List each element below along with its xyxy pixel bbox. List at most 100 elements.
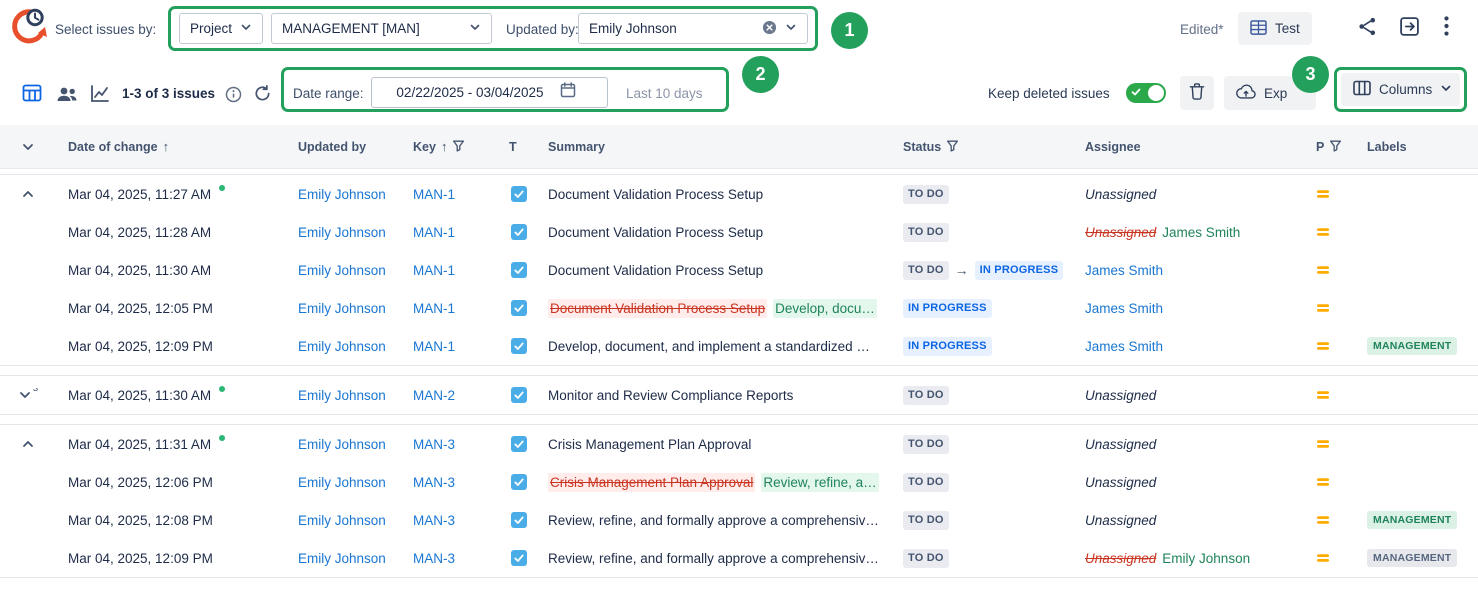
issue-key-link[interactable]: MAN-1 [413,225,455,240]
key-cell: MAN-2 [401,388,501,403]
assignee-cell: James Smith [1071,301,1296,316]
issue-key-link[interactable]: MAN-1 [413,263,455,278]
keep-deleted-toggle[interactable] [1126,83,1166,103]
updated-by-link[interactable]: Emily Johnson [298,513,386,528]
issue-key-link[interactable]: MAN-1 [413,301,455,316]
issue-group-2: 3 Mar 04, 2025, 11:30 AM Emily Johnson M… [0,375,1478,415]
filter-icon[interactable] [946,139,959,155]
summary-cell: Document Validation Process Setup [536,263,891,278]
issue-type-cell [501,338,536,354]
refresh-button[interactable] [253,84,272,106]
priority-cell [1296,388,1351,402]
view-people-button[interactable] [56,85,78,106]
summary-old-value: Crisis Management Plan Approval [548,473,755,492]
updated-by-link[interactable]: Emily Johnson [298,263,386,278]
updated-by-cell: Emily Johnson [286,225,401,240]
issues-count: 1-3 of 3 issues [122,86,215,101]
column-header-type[interactable]: T [501,140,536,154]
priority-medium-icon [1316,513,1330,527]
assignee-value: Unassigned [1085,513,1156,528]
issue-key-link[interactable]: MAN-2 [413,388,455,403]
chevron-down-icon [785,21,797,36]
column-header-labels[interactable]: Labels [1351,140,1478,154]
summary-text: Review, refine, and formally approve a c… [548,551,879,566]
status-cell: TO DO [891,473,1071,492]
column-header-assignee[interactable]: Assignee [1071,140,1296,154]
change-date: Mar 04, 2025, 11:30 AM [56,263,286,278]
delete-button[interactable] [1180,76,1214,110]
assignee-value: James Smith [1085,263,1163,278]
view-chart-button[interactable] [90,85,110,106]
assignee-value: Unassigned [1085,475,1156,490]
filter-icon[interactable] [452,139,465,155]
column-header-status[interactable]: Status [891,139,1071,155]
history-row: Mar 04, 2025, 11:30 AM Emily Johnson MAN… [0,251,1478,289]
updated-by-link[interactable]: Emily Johnson [298,225,386,240]
task-icon [511,300,527,316]
view-table-button[interactable] [22,83,42,106]
filter-icon[interactable] [1329,139,1342,155]
updated-by-link[interactable]: Emily Johnson [298,339,386,354]
calendar-icon[interactable] [560,82,576,103]
column-header-date[interactable]: Date of change↑ [56,139,286,154]
project-select[interactable]: MANAGEMENT [MAN] [271,13,492,44]
issue-key-link[interactable]: MAN-1 [413,187,455,202]
issue-key-link[interactable]: MAN-3 [413,475,455,490]
priority-cell [1296,187,1351,201]
view-name-button[interactable]: Test [1238,12,1312,45]
kebab-icon [1444,16,1449,39]
summary-new-value: Develop, docu… [773,299,877,318]
chevron-down-icon [469,21,481,36]
issue-group-3: Mar 04, 2025, 11:31 AM Emily Johnson MAN… [0,424,1478,578]
group-expander[interactable] [0,437,56,451]
issue-type-cell [501,436,536,452]
status-badge: TO DO [903,223,949,242]
issue-type-cell [501,550,536,566]
group-expander[interactable] [0,187,56,201]
date-range-input[interactable] [380,85,560,100]
updated-by-select-value: Emily Johnson [589,21,754,36]
labels-cell: MANAGEMENT [1351,337,1478,355]
chart-icon [90,85,110,106]
more-menu-button[interactable] [1444,16,1449,39]
priority-medium-icon [1316,551,1330,565]
issue-history-app: Select issues by: Project MANAGEMENT [MA… [0,0,1478,591]
updated-by-link[interactable]: Emily Johnson [298,437,386,452]
updated-by-link[interactable]: Emily Johnson [298,475,386,490]
issue-key-link[interactable]: MAN-1 [413,339,455,354]
change-date: Mar 04, 2025, 12:09 PM [56,551,286,566]
updated-by-link[interactable]: Emily Johnson [298,551,386,566]
group-expander[interactable]: 3 [0,388,56,402]
column-header-updated-by[interactable]: Updated by [286,140,401,154]
updated-by-link[interactable]: Emily Johnson [298,301,386,316]
status-badge: TO DO [903,511,949,530]
issue-key-link[interactable]: MAN-3 [413,437,455,452]
priority-cell [1296,513,1351,527]
updated-by-link[interactable]: Emily Johnson [298,388,386,403]
date-range-field [371,77,608,108]
open-in-new-button[interactable] [1399,16,1420,40]
new-change-dot [219,386,225,392]
table-view-icon [22,83,42,106]
column-header-key[interactable]: Key↑ [401,139,501,155]
priority-medium-icon [1316,187,1330,201]
column-header-priority[interactable]: P [1296,139,1351,155]
status-cell: TO DO→IN PROGRESS [891,261,1071,280]
priority-medium-icon [1316,263,1330,277]
share-button[interactable] [1357,16,1378,40]
column-header-summary[interactable]: Summary [536,140,891,154]
issue-key-link[interactable]: MAN-3 [413,513,455,528]
clear-icon[interactable] [762,20,777,38]
expand-all-header[interactable] [0,140,56,154]
transition-arrow-icon: → [955,262,969,278]
table-header: Date of change↑ Updated by Key↑ T Summar… [0,125,1478,169]
issue-key-link[interactable]: MAN-3 [413,551,455,566]
info-icon[interactable] [225,86,242,103]
filter-type-select[interactable]: Project [179,13,263,44]
updated-by-link[interactable]: Emily Johnson [298,187,386,202]
updated-by-select[interactable]: Emily Johnson [578,13,808,44]
assignee-cell: UnassignedJames Smith [1071,225,1296,240]
columns-button[interactable]: Columns [1341,73,1460,106]
updated-by-cell: Emily Johnson [286,475,401,490]
expand-group-icon: 3 [18,388,38,402]
